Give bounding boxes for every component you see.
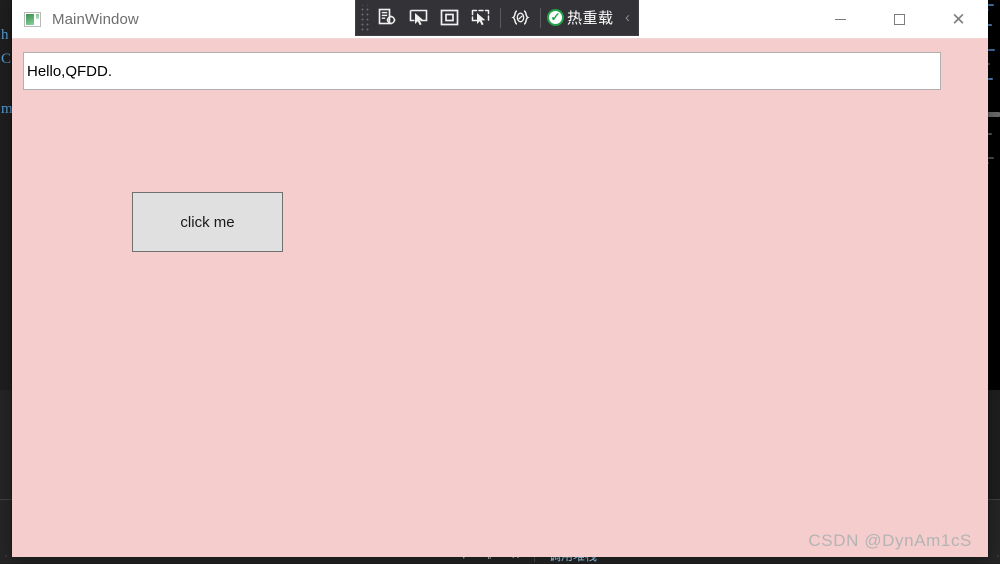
qt-app-icon (24, 11, 41, 27)
show-live-visual-tree-icon[interactable] (372, 4, 403, 32)
app-icon (23, 10, 42, 29)
click-me-button[interactable]: click me (132, 192, 283, 252)
toolbar-separator (500, 7, 501, 28)
toolbar-separator (540, 7, 541, 28)
hot-reload-label: 热重载 (567, 10, 614, 27)
xaml-designer-icon[interactable] (505, 4, 536, 32)
watermark: CSDN @DynAm1cS (808, 531, 972, 550)
text-input[interactable]: Hello,QFDD. (23, 52, 941, 90)
window-title: MainWindow (52, 10, 139, 28)
window-controls: ✕ (811, 0, 988, 38)
hot-reload-button[interactable]: ✓ 热重载 (545, 4, 618, 32)
toolbar-drag-handle[interactable] (359, 4, 370, 31)
window-titlebar[interactable]: MainWindow ✓ 热重载 ‹ ✕ (12, 0, 988, 39)
maximize-button[interactable] (870, 0, 929, 38)
minimize-icon (835, 18, 846, 20)
close-icon: ✕ (951, 9, 966, 29)
maximize-icon (894, 13, 905, 25)
window-client-area: Hello,QFDD. click me CSDN @DynAm1cS (12, 39, 988, 557)
display-layout-adorners-icon[interactable] (434, 4, 465, 32)
check-circle-icon: ✓ (547, 9, 564, 26)
select-element-icon[interactable] (403, 4, 434, 32)
minimize-button[interactable] (811, 0, 870, 38)
toolbar-collapse-icon[interactable]: ‹ (618, 4, 638, 32)
main-application-window: MainWindow ✓ 热重载 ‹ ✕ Hello,QFDD. click m… (12, 0, 988, 557)
vs-hot-reload-toolbar: ✓ 热重载 ‹ (355, 0, 639, 36)
close-button[interactable]: ✕ (929, 0, 988, 38)
track-focused-element-icon[interactable] (465, 4, 496, 32)
